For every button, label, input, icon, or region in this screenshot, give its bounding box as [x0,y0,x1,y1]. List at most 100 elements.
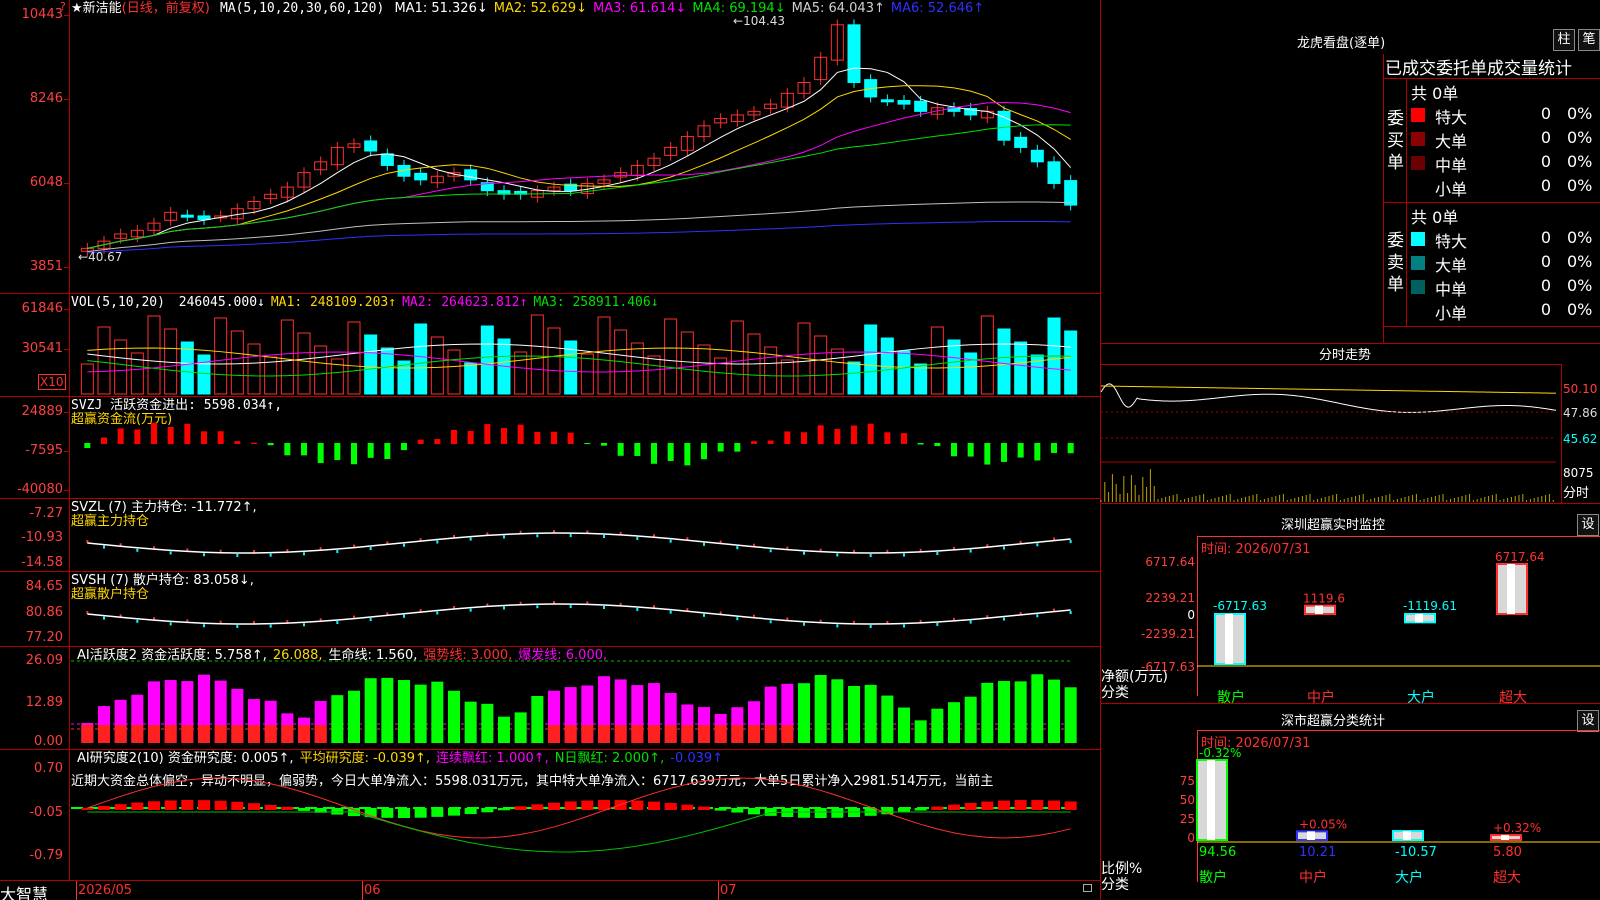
date-label: 2026/05 [78,883,133,898]
sz-class-axis: 0 [1187,831,1195,845]
lock-icon[interactable] [1083,884,1092,892]
retail-position-line [87,603,1071,625]
date-label: 07 [720,883,737,898]
volume-bar [847,361,861,395]
activity-bar-base [181,725,194,743]
volume-bar [580,353,594,395]
volume-bar [297,332,311,395]
ratio-change-label: -0.32% [1199,746,1241,760]
sz-monitor-axis: 2239.21 [1145,591,1195,605]
position-tick [603,606,605,610]
position-tick [636,607,639,611]
research-bar [448,808,460,816]
volume-bar [447,349,461,395]
research-bar [131,802,144,810]
order-volume: 0 [1540,228,1551,247]
net-amount-label: 6717.64 [1495,550,1545,564]
research-bar [964,802,977,810]
volume-bar [997,328,1011,395]
position-tick [103,616,105,620]
activity-bar-base [614,725,627,743]
volume-bar [547,327,561,395]
position-tick [1036,543,1039,547]
price-chart-pane[interactable]: 10443 8246 6048 3851 ? ★新洁能(日线，前复权) MA(5… [0,0,1100,294]
date-axis: 大智慧 2026/05 06 07 [0,880,1100,900]
fund-flow-bar [551,431,557,444]
svzj-pane[interactable]: 24889 -7595 -40080 SVZJ 活跃资金进出: 5598.034… [0,397,1100,499]
ai-research-pane[interactable]: 0.70 -0.05 -0.79 AI研究度2(10) 资金研究度: 0.005… [0,750,1100,880]
bar-mode-button[interactable]: 柱 [1553,29,1575,51]
position-tick [103,545,105,549]
sz-monitor-chart: -6717.63散户1119.6中户-1119.61大户6717.64超大 [1197,550,1600,706]
position-tick [836,624,839,628]
position-tick [903,624,905,628]
activity-bar [864,684,877,743]
svsh-pane[interactable]: 84.65 80.86 77.20 SVSH (7) 散户持仓: 83.058↓… [0,572,1100,647]
research-bar [764,808,777,816]
net-amount-label: -1119.61 [1403,599,1457,613]
activity-bar [848,685,860,743]
intraday-axis-label: 50.10 [1563,382,1598,396]
volume-pane[interactable]: 61846 30541 X10 VOL(5,10,20) 246045.000↓… [0,294,1100,397]
volume-bar [930,326,944,395]
activity-bar [464,701,477,743]
fund-flow-bar [717,443,724,452]
order-percent: 0% [1567,228,1593,247]
category-label: 中户 [1299,869,1327,886]
position-tick [303,552,305,556]
ai-activity-bars [71,660,1077,743]
settings-button[interactable]: 设 [1577,710,1599,732]
svzj-axis-label: 24889 [21,404,63,419]
position-tick [536,534,539,538]
fund-flow-bar [917,443,924,445]
position-tick [936,622,939,626]
research-bar [431,808,444,817]
fund-flow-bar [251,442,257,444]
research-bar [231,801,244,810]
research-bar [548,802,560,810]
svsh-axis-label: 77.20 [25,630,63,645]
order-volume: 0 [1540,152,1551,171]
fund-flow-bar [1067,443,1074,454]
fund-flow-bar [951,443,957,457]
fund-flow-bar [267,443,274,446]
position-tick [336,620,339,624]
activity-bar-base [598,725,610,743]
fund-flow-bar [384,443,391,460]
intraday-unit: 分时 [1563,486,1590,501]
activity-bar [814,675,827,743]
ai-research-axis-label: 0.70 [34,761,63,776]
research-bar [531,804,544,810]
position-tick [669,610,672,614]
research-bar [498,808,510,811]
volume-bar [97,326,111,395]
ai-research-axis-label: -0.05 [29,805,63,820]
order-percent: 0% [1567,152,1593,171]
research-bar [631,800,644,810]
tick-mode-button[interactable]: 笔 [1578,29,1600,51]
activity-bar [448,690,460,743]
ratio-change-label: +0.32% [1493,821,1541,835]
activity-bar-base [214,725,227,743]
activity-bar [514,712,527,743]
legend-swatch [1411,156,1425,170]
buy-side-label: 委买单 [1387,109,1404,173]
svzl-pane[interactable]: -7.27 -10.93 -14.58 SVZL (7) 主力持仓: -11.7… [0,499,1100,572]
volume-bar [730,320,744,395]
fund-flow-bar [317,443,324,463]
volume-bar [1014,341,1028,395]
position-tick [636,536,639,540]
fund-flow-bar [351,443,357,465]
ai-activity-pane[interactable]: 26.09 12.89 0.00 AI活跃度2 资金活跃度: 5.758↑, 26… [0,647,1100,750]
intraday-panel[interactable]: 分时走势 50.10 47.86 45.62 8075 分时 [1100,344,1600,504]
activity-bar-base [148,725,160,743]
sz-class-axis: 25 [1179,812,1195,826]
position-tick [703,542,705,546]
order-volume: 0 [1540,300,1551,319]
settings-button[interactable]: 设 [1577,514,1599,536]
candlestick-chart[interactable] [71,0,1100,294]
volume-bar [247,343,261,395]
question-icon[interactable]: ? [60,0,66,13]
fund-flow-bar [751,441,757,444]
fund-flow-bar [167,427,174,444]
